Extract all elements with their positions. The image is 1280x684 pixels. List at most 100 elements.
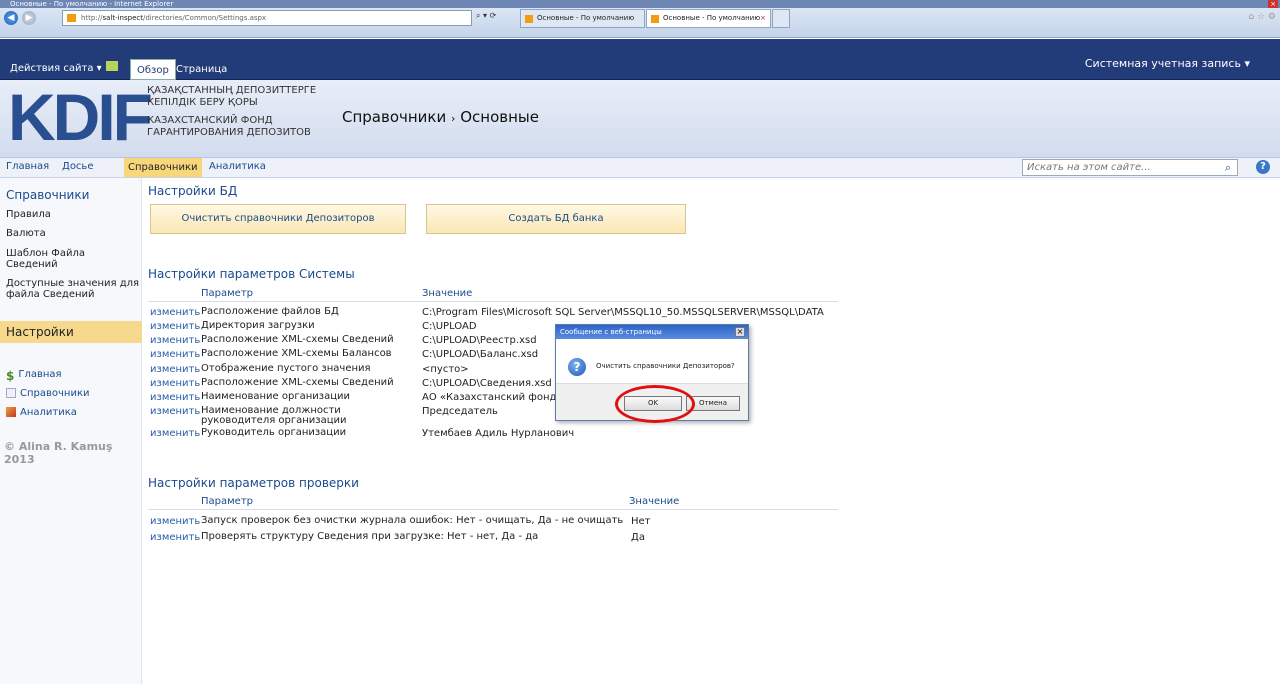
- header-divider: [148, 301, 838, 302]
- new-tab-button[interactable]: [772, 9, 790, 28]
- browser-tab[interactable]: Основные - По умолчанию: [520, 9, 645, 28]
- breadcrumb-directories[interactable]: Справочники: [342, 108, 446, 126]
- setting-value: C:\UPLOAD: [422, 321, 477, 332]
- search-refresh-icons[interactable]: ⌕ ▾ ⟳: [476, 11, 496, 21]
- edit-link[interactable]: изменить: [150, 378, 200, 389]
- dialog-close-icon[interactable]: ×: [735, 327, 745, 337]
- dialog-message: Очистить справочники Депозиторов?: [596, 362, 735, 370]
- setting-param: Расположение XML-схемы Балансов: [201, 348, 392, 359]
- book-icon: [6, 388, 16, 398]
- account-menu[interactable]: Системная учетная запись ▾: [1085, 57, 1250, 70]
- tab-close-icon[interactable]: ×: [760, 10, 766, 27]
- edit-link[interactable]: изменить: [150, 307, 200, 318]
- edit-link[interactable]: изменить: [150, 392, 200, 403]
- setting-value: C:\UPLOAD\Реестр.xsd: [422, 335, 537, 346]
- nav-directories[interactable]: Справочники: [124, 158, 202, 177]
- col-param-header: Параметр: [201, 288, 253, 299]
- browser-tab-active[interactable]: Основные - По умолчанию ×: [646, 9, 771, 28]
- setting-value: C:\UPLOAD\Сведения.xsd: [422, 378, 552, 389]
- edit-link[interactable]: изменить: [150, 321, 200, 332]
- setting-value: Нет: [631, 516, 651, 527]
- setting-value: C:\Program Files\Microsoft SQL Server\MS…: [422, 307, 824, 318]
- left-navigation: Справочники Правила Валюта Шаблон Файла …: [0, 178, 142, 684]
- site-favicon-icon: [67, 14, 76, 22]
- edit-link[interactable]: изменить: [150, 516, 200, 527]
- breadcrumb: Справочники › Основные: [342, 108, 539, 126]
- quick-link-directories[interactable]: Справочники: [6, 388, 90, 399]
- sidebar-item-rules[interactable]: Правила: [6, 209, 51, 220]
- db-settings-title: Настройки БД: [148, 184, 238, 198]
- quick-link-analytics[interactable]: Аналитика: [6, 407, 77, 418]
- col-param-header-2: Параметр: [201, 496, 253, 507]
- tab-page[interactable]: Страница: [170, 59, 233, 80]
- site-header: KDIF ҚАЗАҚСТАННЫҢ ДЕПОЗИТТЕРГЕ КЕПІЛДІК …: [0, 80, 1280, 158]
- setting-param: Директория загрузки: [201, 320, 315, 331]
- window-title: Основные - По умолчанию - Internet Explo…: [10, 0, 174, 8]
- search-input[interactable]: Искать на этом сайте... ⌕: [1022, 159, 1238, 176]
- setting-param: Наименование должности руководителя орга…: [201, 405, 347, 426]
- back-icon[interactable]: ◀: [4, 11, 18, 25]
- setting-param: Отображение пустого значения: [201, 363, 371, 374]
- setting-param: Расположение XML-схемы Сведений: [201, 377, 394, 388]
- breadcrumb-current: Основные: [460, 108, 539, 126]
- setting-param: Проверять структуру Сведения при загрузк…: [201, 531, 539, 542]
- tab-favicon-icon: [525, 15, 533, 23]
- setting-param: Руководитель организации: [201, 427, 347, 438]
- col-value-header: Значение: [422, 288, 473, 299]
- check-settings-title: Настройки параметров проверки: [148, 476, 359, 490]
- col-value-header-2: Значение: [629, 496, 680, 507]
- sidebar-section-title[interactable]: Справочники: [6, 188, 89, 202]
- edit-link[interactable]: изменить: [150, 364, 200, 375]
- tab-browse[interactable]: Обзор: [130, 59, 176, 80]
- sidebar-item-currency[interactable]: Валюта: [6, 228, 46, 239]
- setting-value: Утембаев Адиль Нурланович: [422, 428, 575, 439]
- tab-favicon-icon: [651, 15, 659, 23]
- top-nav: Главная Досье Справочники Аналитика Иска…: [0, 158, 1280, 178]
- ribbon: Действия сайта ▾ Обзор Страница Системна…: [0, 39, 1280, 80]
- chart-icon: [6, 407, 16, 417]
- setting-value: АО «Казахстанский фонд: [422, 392, 557, 403]
- sidebar-item-values[interactable]: Доступные значения для файла Сведений: [6, 278, 142, 300]
- address-bar-area: ◀ ▶ http://salt-inspect/directories/Comm…: [0, 8, 1280, 38]
- edit-link[interactable]: изменить: [150, 335, 200, 346]
- home-favorites-icons[interactable]: ⌂ ☆ ⚙: [1248, 12, 1276, 22]
- nav-dossier[interactable]: Досье: [62, 161, 93, 172]
- org-name: ҚАЗАҚСТАННЫҢ ДЕПОЗИТТЕРГЕ КЕПІЛДІК БЕРУ …: [147, 85, 317, 138]
- dialog-title: Сообщение с веб-страницы: [556, 325, 748, 339]
- sidebar-item-template[interactable]: Шаблон Файла Сведений: [6, 248, 96, 270]
- setting-param: Запуск проверок без очистки журнала ошиб…: [201, 515, 624, 526]
- highlight-circle: [615, 385, 695, 423]
- nav-home[interactable]: Главная: [6, 161, 49, 172]
- setting-param: Расположение XML-схемы Сведений: [201, 334, 394, 345]
- copyright: © Alina R. Kamuş 2013: [4, 440, 113, 466]
- clear-depositors-button[interactable]: Очистить справочники Депозиторов: [150, 204, 406, 234]
- sidebar-item-settings[interactable]: Настройки: [0, 321, 142, 343]
- edit-link[interactable]: изменить: [150, 406, 200, 417]
- dollar-icon: $: [6, 369, 15, 383]
- create-bank-db-button[interactable]: Создать БД банка: [426, 204, 686, 234]
- quick-link-home[interactable]: $ Главная: [6, 369, 62, 383]
- setting-param: Наименование организации: [201, 391, 351, 402]
- help-icon[interactable]: ?: [1256, 160, 1270, 174]
- setting-value: Председатель: [422, 406, 498, 417]
- nav-analytics[interactable]: Аналитика: [209, 161, 266, 172]
- setting-value: C:\UPLOAD\Баланс.xsd: [422, 349, 539, 360]
- window-close-icon[interactable]: ×: [1268, 0, 1278, 8]
- search-icon[interactable]: ⌕: [1225, 161, 1231, 175]
- setting-value: Да: [631, 532, 645, 543]
- main-content: Настройки БД Очистить справочники Депози…: [146, 178, 1280, 684]
- setting-param: Расположение файлов БД: [201, 306, 339, 317]
- question-icon: ?: [568, 358, 586, 376]
- forward-icon[interactable]: ▶: [22, 11, 36, 25]
- edit-link[interactable]: изменить: [150, 428, 200, 439]
- site-actions-button[interactable]: Действия сайта ▾: [10, 63, 102, 74]
- kdif-logo[interactable]: KDIF: [8, 84, 153, 150]
- browser-title-bar: Основные - По умолчанию - Internet Explo…: [0, 0, 1280, 8]
- system-settings-title: Настройки параметров Системы: [148, 267, 355, 281]
- edit-page-icon[interactable]: [106, 61, 118, 71]
- header-divider-2: [148, 509, 838, 510]
- url-input[interactable]: http://salt-inspect/directories/Common/S…: [62, 10, 472, 26]
- setting-value: <пусто>: [422, 364, 469, 375]
- edit-link[interactable]: изменить: [150, 532, 200, 543]
- edit-link[interactable]: изменить: [150, 349, 200, 360]
